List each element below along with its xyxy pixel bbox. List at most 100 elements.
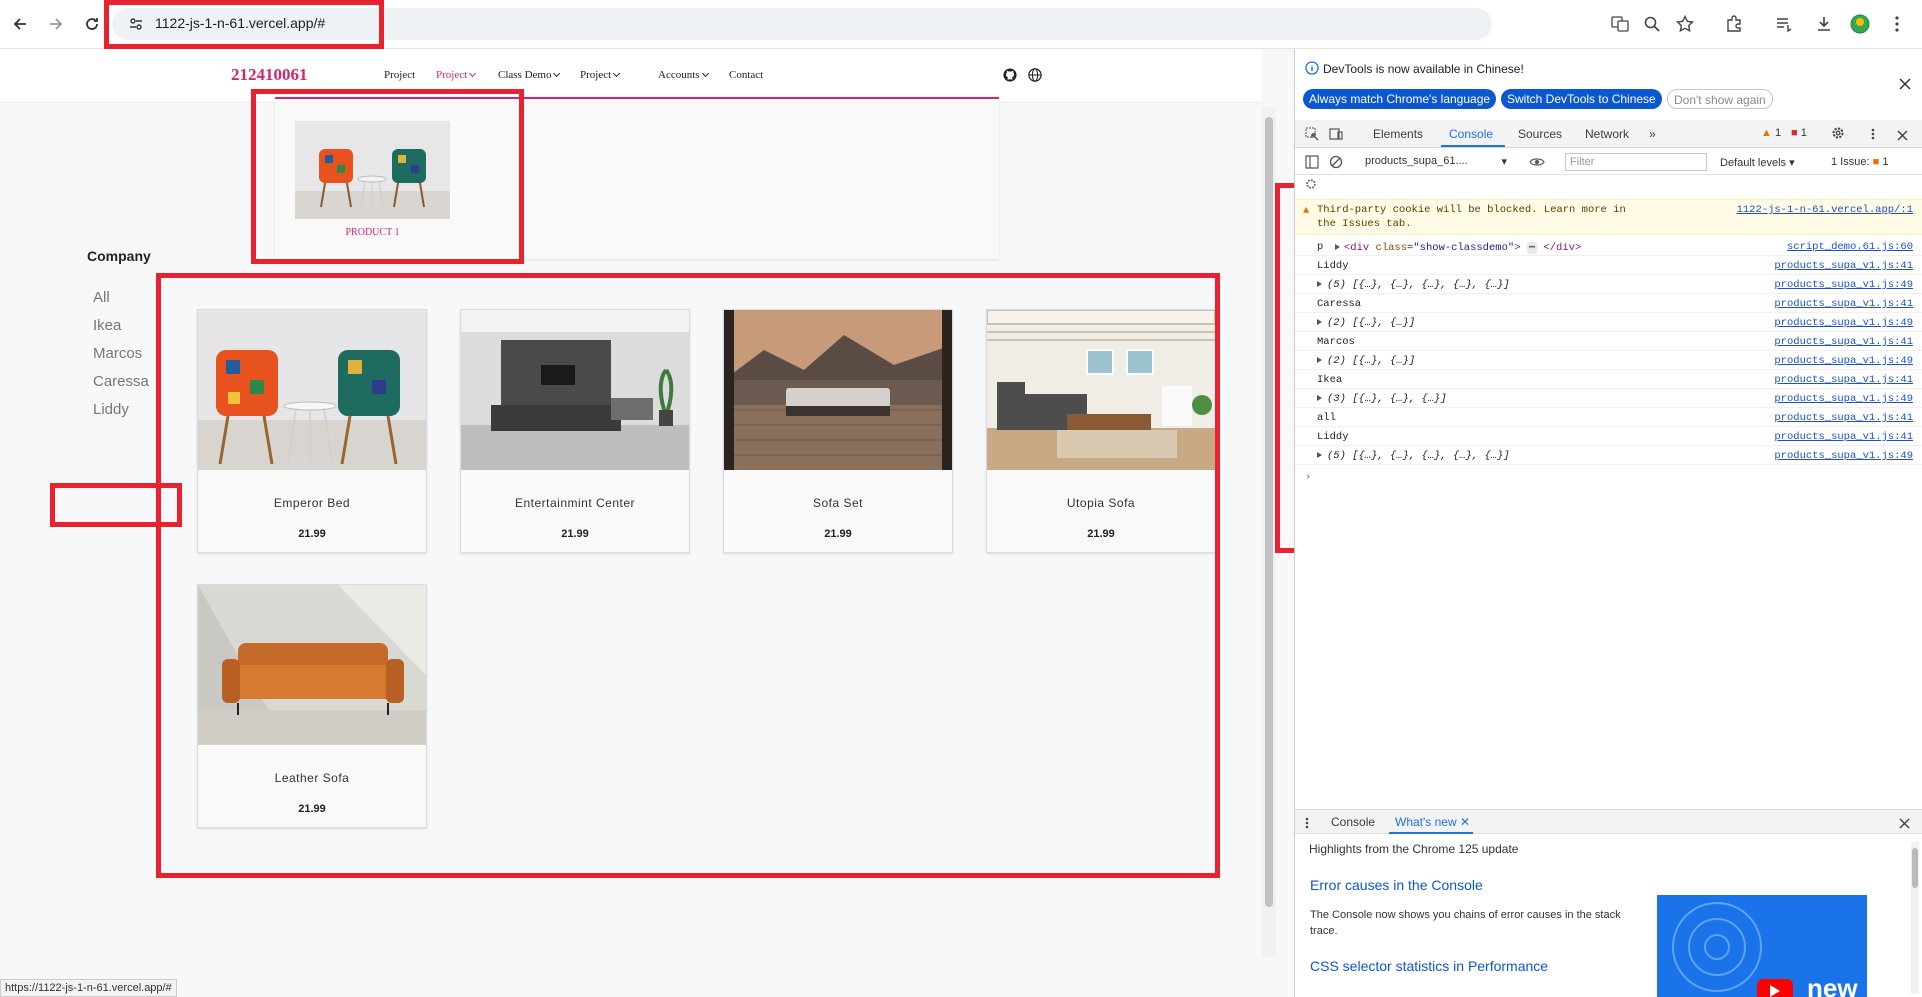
scrollbar-thumb[interactable] (1265, 117, 1273, 907)
context-selector[interactable]: products_supa_61.... ▾ (1361, 153, 1509, 171)
whats-new-item-title-1[interactable]: Error causes in the Console (1310, 877, 1483, 893)
more-tabs-icon[interactable]: » (1649, 127, 1656, 141)
issues-counter[interactable]: 1 Issue: ■ 1 (1831, 156, 1888, 168)
zoom-icon[interactable] (1640, 12, 1664, 36)
profile-avatar[interactable] (1848, 12, 1872, 36)
filter-ikea[interactable]: Ikea (93, 317, 121, 334)
nav-accounts[interactable]: Accounts (658, 69, 709, 81)
close-devtools-icon[interactable] (1897, 128, 1908, 146)
drawer-tab-console[interactable]: Console (1331, 815, 1375, 829)
console-log-row[interactable]: (5) [{…}, {…}, {…}, {…}, {…}] products_su… (1295, 446, 1922, 465)
dont-show-again-button[interactable]: Don't show again (1667, 89, 1773, 109)
log-source-link[interactable]: products_supa_v1.js:49 (1774, 450, 1913, 462)
console-log-row: Caressa products_supa_v1.js:41 (1295, 294, 1922, 313)
always-match-language-button[interactable]: Always match Chrome's language (1303, 89, 1497, 109)
tab-sources[interactable]: Sources (1518, 127, 1562, 141)
status-bar-url: https://1122-js-1-n-61.vercel.app/# (0, 979, 177, 997)
whats-new-item-title-2[interactable]: CSS selector statistics in Performance (1310, 958, 1548, 974)
filter-liddy[interactable]: Liddy (93, 401, 129, 418)
console-prompt-caret[interactable]: › (1305, 471, 1311, 483)
log-source-link[interactable]: products_supa_v1.js:41 (1774, 336, 1913, 348)
tab-network[interactable]: Network (1585, 127, 1629, 141)
expand-triangle-icon[interactable] (1317, 395, 1322, 401)
reading-list-icon[interactable] (1772, 12, 1796, 36)
nav-project-3[interactable]: Project (580, 69, 621, 81)
warning-count-badge[interactable]: ▲ 1 (1761, 127, 1781, 139)
github-icon[interactable] (1003, 68, 1017, 87)
filter-marcos[interactable]: Marcos (93, 345, 142, 362)
reload-button[interactable] (80, 12, 104, 36)
log-message: Marcos (1317, 336, 1355, 348)
filter-caressa[interactable]: Caressa (93, 373, 149, 390)
translate-icon[interactable] (1608, 12, 1632, 36)
console-log-row[interactable]: (2) [{…}, {…}] products_supa_v1.js:49 (1295, 313, 1922, 332)
expand-triangle-icon[interactable] (1317, 452, 1322, 458)
globe-icon[interactable] (1028, 68, 1042, 87)
annotation-box-products (156, 273, 1220, 878)
close-banner-icon[interactable] (1899, 77, 1911, 95)
brand-logo[interactable]: 212410061 (231, 65, 308, 85)
device-toolbar-icon[interactable] (1329, 127, 1343, 146)
forward-button[interactable] (44, 12, 68, 36)
log-source-link[interactable]: products_supa_v1.js:41 (1774, 374, 1913, 386)
drawer-tab-whats-new[interactable]: What's new ✕ (1395, 815, 1470, 829)
log-source-link[interactable]: products_supa_v1.js:41 (1774, 412, 1913, 424)
console-log-row[interactable]: (5) [{…}, {…}, {…}, {…}, {…}] products_su… (1295, 275, 1922, 294)
log-source-link[interactable]: products_supa_v1.js:49 (1774, 393, 1913, 405)
log-source-link[interactable]: script_demo.61.js:60 (1787, 241, 1913, 253)
page-scrollbar[interactable] (1262, 107, 1276, 957)
drawer-scrollbar[interactable] (1911, 842, 1919, 994)
whats-new-video-thumbnail[interactable]: new (1657, 895, 1867, 997)
log-message: Ikea (1317, 374, 1343, 386)
nav-class-demo[interactable]: Class Demo (498, 69, 561, 81)
expand-triangle-icon[interactable] (1317, 281, 1322, 287)
log-message: (5) [{…}, {…}, {…}, {…}, {…}] (1327, 279, 1510, 291)
log-p-element[interactable]: <div class="show-classdemo"> ⋯ </div> (1335, 241, 1581, 254)
close-drawer-icon[interactable] (1899, 816, 1910, 834)
drawer-menu-icon[interactable] (1305, 816, 1309, 834)
console-log-row: Liddy products_supa_v1.js:41 (1295, 256, 1922, 275)
filter-all[interactable]: All (93, 289, 110, 306)
log-source-link[interactable]: products_supa_v1.js:41 (1774, 431, 1913, 443)
console-log-row[interactable]: (2) [{…}, {…}] products_supa_v1.js:49 (1295, 351, 1922, 370)
log-source-link[interactable]: products_supa_v1.js:41 (1774, 260, 1913, 272)
nav-contact[interactable]: Contact (729, 69, 763, 81)
settings-gear-icon[interactable] (1831, 126, 1845, 145)
annotation-box-liddy (50, 483, 182, 527)
console-log-row[interactable]: (3) [{…}, {…}, {…}] products_supa_v1.js:4… (1295, 389, 1922, 408)
tab-elements[interactable]: Elements (1373, 127, 1423, 141)
console-settings-gear-icon[interactable] (1305, 177, 1317, 195)
log-message: Liddy (1317, 260, 1349, 272)
whats-new-highlight: Highlights from the Chrome 125 update (1309, 842, 1519, 856)
close-tab-icon[interactable]: ✕ (1460, 815, 1470, 829)
bookmark-star-icon[interactable] (1673, 12, 1697, 36)
log-levels-dropdown[interactable]: Default levels ▾ (1720, 156, 1795, 169)
log-source-link[interactable]: products_supa_v1.js:49 (1774, 279, 1913, 291)
sidebar-toggle-icon[interactable] (1305, 155, 1319, 174)
switch-to-chinese-button[interactable]: Switch DevTools to Chinese (1501, 89, 1662, 109)
expand-triangle-icon[interactable] (1317, 319, 1322, 325)
download-icon[interactable] (1812, 12, 1836, 36)
devtools-more-icon[interactable] (1871, 127, 1875, 145)
tab-console[interactable]: Console (1449, 127, 1493, 141)
nav-project-2[interactable]: Project (436, 69, 477, 81)
extensions-icon[interactable] (1722, 12, 1746, 36)
live-expression-eye-icon[interactable] (1529, 155, 1545, 173)
expand-triangle-icon[interactable] (1317, 357, 1322, 363)
log-source-link[interactable]: products_supa_v1.js:49 (1774, 317, 1913, 329)
error-count-badge[interactable]: ■ 1 (1791, 127, 1807, 139)
console-log-row: all products_supa_v1.js:41 (1295, 408, 1922, 427)
console-filter-input[interactable]: Filter (1565, 153, 1707, 171)
console-row-p[interactable]: p <div class="show-classdemo"> ⋯ </div> … (1295, 237, 1922, 256)
console-warning-row: ▲ Third-party cookie will be blocked. Le… (1295, 199, 1922, 235)
log-source-link[interactable]: products_supa_v1.js:49 (1774, 355, 1913, 367)
inspect-element-icon[interactable] (1305, 127, 1319, 146)
warning-source-link[interactable]: 1122-js-1-n-61.vercel.app/:1 (1737, 204, 1913, 216)
back-button[interactable] (8, 12, 32, 36)
clear-console-icon[interactable] (1329, 155, 1343, 174)
chevron-down-icon (701, 69, 709, 78)
more-menu-icon[interactable] (1885, 12, 1909, 36)
nav-project-1[interactable]: Project (384, 69, 415, 81)
log-source-link[interactable]: products_supa_v1.js:41 (1774, 298, 1913, 310)
annotation-box-url (104, 0, 384, 49)
